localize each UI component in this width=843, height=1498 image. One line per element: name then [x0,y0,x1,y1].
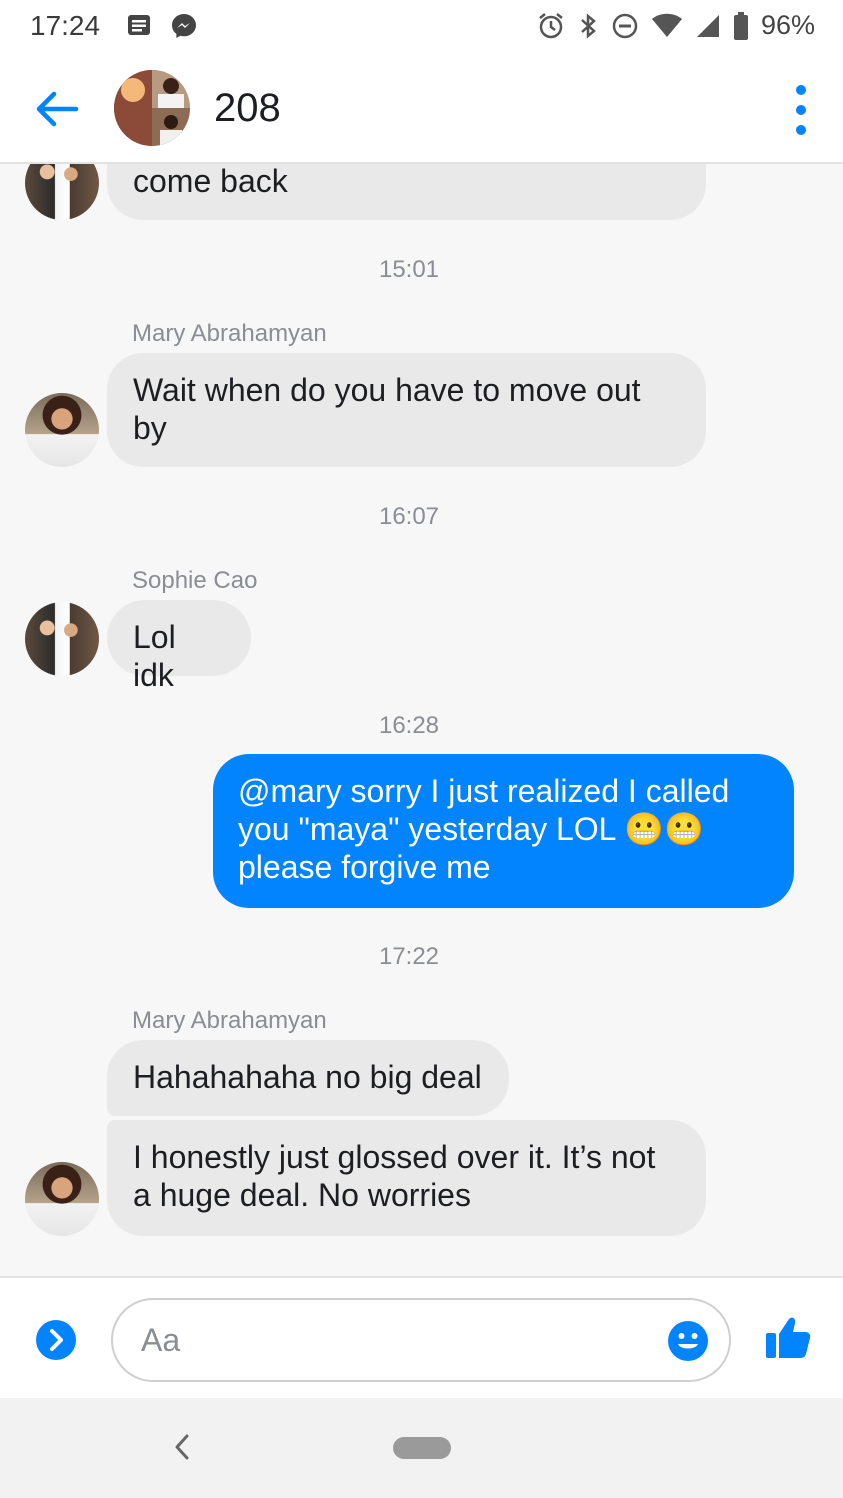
conversation-header: 208 [0,52,843,164]
more-vertical-icon[interactable] [789,82,813,138]
messenger-icon [172,14,196,38]
signal-icon [696,14,719,37]
battery-percentage: 96% [760,10,815,40]
message-text: I honestly just glossed over it. It’s no… [133,1139,656,1213]
timestamp: 16:07 [378,503,440,530]
status-bar: 17:24 96% [0,0,843,52]
sender-name: Sophie Cao [132,567,258,594]
bluetooth-icon [581,12,596,39]
avatar[interactable] [25,164,99,220]
avatar[interactable] [25,602,99,676]
message-text: Lol idk [133,619,176,693]
smiley-icon[interactable] [667,1320,709,1362]
sender-name: Mary Abrahamyan [132,320,327,347]
wifi-icon [651,13,682,37]
message-text: Wait when do you have to move out by [133,372,641,446]
message-input-container[interactable] [111,1298,731,1382]
message-input[interactable] [141,1318,661,1362]
nav-back-icon[interactable] [170,1430,194,1464]
timestamp: 17:22 [378,943,440,970]
status-time: 17:24 [30,10,101,41]
alarm-icon [539,12,563,38]
group-avatar[interactable] [114,70,190,146]
timestamp: 16:28 [378,712,440,739]
nav-home-pill[interactable] [393,1437,451,1459]
message-bubble[interactable]: @mary sorry I just realized I called you… [213,754,794,908]
message-bubble[interactable]: Lol idk [107,600,251,693]
message-text: come back [133,164,288,199]
arrow-left-icon[interactable] [32,84,82,134]
message-composer [0,1276,843,1398]
system-nav-bar [0,1398,843,1498]
thumbs-up-icon[interactable] [765,1314,811,1360]
timestamp: 15:01 [378,256,440,283]
message-bubble[interactable]: come back [107,164,706,220]
sender-name: Mary Abrahamyan [132,1007,327,1034]
message-text: @mary sorry I just realized I called you… [238,773,730,885]
avatar[interactable] [25,1162,99,1236]
message-text: Hahahahaha no big deal [133,1059,482,1095]
dnd-icon [612,13,638,38]
battery-icon [733,11,748,40]
chevron-right-circle-icon[interactable] [35,1319,77,1361]
notes-icon [128,15,150,35]
message-list[interactable]: come back 15:01 Mary Abrahamyan Wait whe… [0,164,843,1276]
message-bubble[interactable]: Hahahahaha no big deal [107,1040,509,1116]
avatar[interactable] [25,393,99,467]
conversation-title[interactable]: 208 [214,86,281,131]
message-bubble[interactable]: Wait when do you have to move out by [107,353,706,467]
message-bubble[interactable]: I honestly just glossed over it. It’s no… [107,1120,706,1236]
